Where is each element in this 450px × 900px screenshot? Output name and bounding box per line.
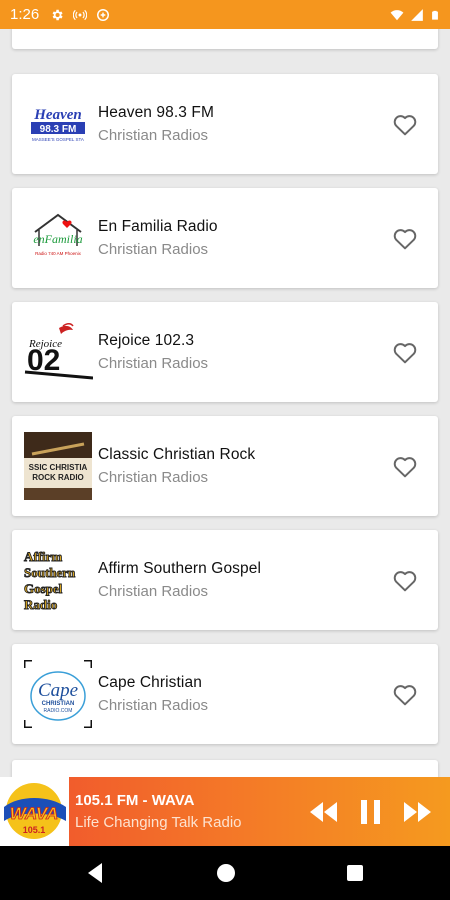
station-name: Heaven 98.3 FM xyxy=(98,104,214,121)
station-card[interactable]: Affirm Southern Gospel Radio Affirm Sout… xyxy=(12,530,438,630)
pause-button[interactable] xyxy=(359,799,383,825)
station-list[interactable]: Heaven 98.3 FM MASSEE'S GOSPEL STA Heave… xyxy=(0,29,450,777)
rewind-button[interactable] xyxy=(309,799,339,825)
svg-text:Southern: Southern xyxy=(24,565,76,580)
station-logo-rejoice: Rejoice 02 xyxy=(23,317,93,387)
home-icon[interactable] xyxy=(215,861,237,885)
svg-text:Radio: Radio xyxy=(24,597,57,612)
svg-text:SSIC CHRISTIA: SSIC CHRISTIA xyxy=(29,463,88,472)
wifi-icon xyxy=(390,9,404,20)
station-category: Christian Radios xyxy=(98,127,209,144)
station-name: Cape Christian xyxy=(98,674,202,691)
favorite-heart-icon[interactable] xyxy=(392,454,418,478)
station-card[interactable]: SSIC CHRISTIA ROCK RADIO Classic Christi… xyxy=(12,416,438,516)
recents-icon[interactable] xyxy=(346,861,364,885)
navigation-bar xyxy=(0,846,450,900)
station-category: Christian Radios xyxy=(98,241,209,258)
station-logo-classic-christian-rock: SSIC CHRISTIA ROCK RADIO xyxy=(23,431,93,501)
favorite-heart-icon[interactable] xyxy=(392,682,418,706)
settings-gear-icon xyxy=(52,9,63,20)
station-card[interactable]: enFamilia Radio 740 AM Phoenix En Famili… xyxy=(12,188,438,288)
broadcast-icon xyxy=(73,9,88,20)
now-playing-art-wava: WAVA 105.1 xyxy=(0,777,69,846)
status-time: 1:26 xyxy=(10,6,40,23)
svg-text:Gospel: Gospel xyxy=(24,581,63,596)
station-card-partial[interactable] xyxy=(12,760,438,777)
svg-text:CHRISTIAN: CHRISTIAN xyxy=(42,701,75,707)
station-category: Christian Radios xyxy=(98,355,209,372)
svg-text:105.1: 105.1 xyxy=(23,825,46,835)
station-name: Rejoice 102.3 xyxy=(98,332,195,349)
now-playing-title: 105.1 FM - WAVA xyxy=(75,792,195,809)
svg-text:Affirm: Affirm xyxy=(24,549,62,564)
station-card[interactable]: Heaven 98.3 FM MASSEE'S GOSPEL STA Heave… xyxy=(12,74,438,174)
station-category: Christian Radios xyxy=(98,697,209,714)
battery-icon xyxy=(432,10,438,20)
station-logo-affirm: Affirm Southern Gospel Radio xyxy=(23,545,93,615)
svg-text:MASSEE'S GOSPEL STA: MASSEE'S GOSPEL STA xyxy=(32,137,84,142)
cellular-signal-icon xyxy=(411,8,423,21)
svg-text:Heaven: Heaven xyxy=(33,107,81,123)
station-logo-heaven: Heaven 98.3 FM MASSEE'S GOSPEL STA xyxy=(23,89,93,159)
svg-text:WAVA: WAVA xyxy=(10,804,58,823)
svg-text:98.3 FM: 98.3 FM xyxy=(40,124,77,135)
station-logo-cape-christian: Cape CHRISTIAN RADIO.COM xyxy=(23,659,93,729)
station-logo-en-familia: enFamilia Radio 740 AM Phoenix xyxy=(23,203,93,273)
status-bar: 1:26 xyxy=(0,0,450,29)
station-name: En Familia Radio xyxy=(98,218,218,235)
station-card[interactable]: Cape CHRISTIAN RADIO.COM Cape Christian … xyxy=(12,644,438,744)
svg-text:Cape: Cape xyxy=(38,680,78,701)
station-name: Affirm Southern Gospel xyxy=(98,560,262,577)
station-card-partial[interactable] xyxy=(12,29,438,49)
station-name: Classic Christian Rock xyxy=(98,446,256,463)
favorite-heart-icon[interactable] xyxy=(392,226,418,250)
favorite-heart-icon[interactable] xyxy=(392,340,418,364)
now-playing-subtitle: Life Changing Talk Radio xyxy=(75,814,242,831)
station-card[interactable]: Rejoice 02 Rejoice 102.3 Christian Radio… xyxy=(12,302,438,402)
svg-text:ROCK RADIO: ROCK RADIO xyxy=(32,473,84,482)
station-category: Christian Radios xyxy=(98,469,209,486)
data-saver-icon xyxy=(97,8,110,21)
now-playing-bar[interactable]: WAVA 105.1 105.1 FM - WAVA Life Changing… xyxy=(0,777,450,846)
fast-forward-button[interactable] xyxy=(402,799,432,825)
favorite-heart-icon[interactable] xyxy=(392,112,418,136)
station-category: Christian Radios xyxy=(98,583,209,600)
back-icon[interactable] xyxy=(86,861,104,885)
svg-text:Radio 740 AM Phoenix: Radio 740 AM Phoenix xyxy=(35,251,82,256)
svg-text:enFamilia: enFamilia xyxy=(33,232,82,246)
svg-text:RADIO.COM: RADIO.COM xyxy=(44,708,73,714)
favorite-heart-icon[interactable] xyxy=(392,568,418,592)
